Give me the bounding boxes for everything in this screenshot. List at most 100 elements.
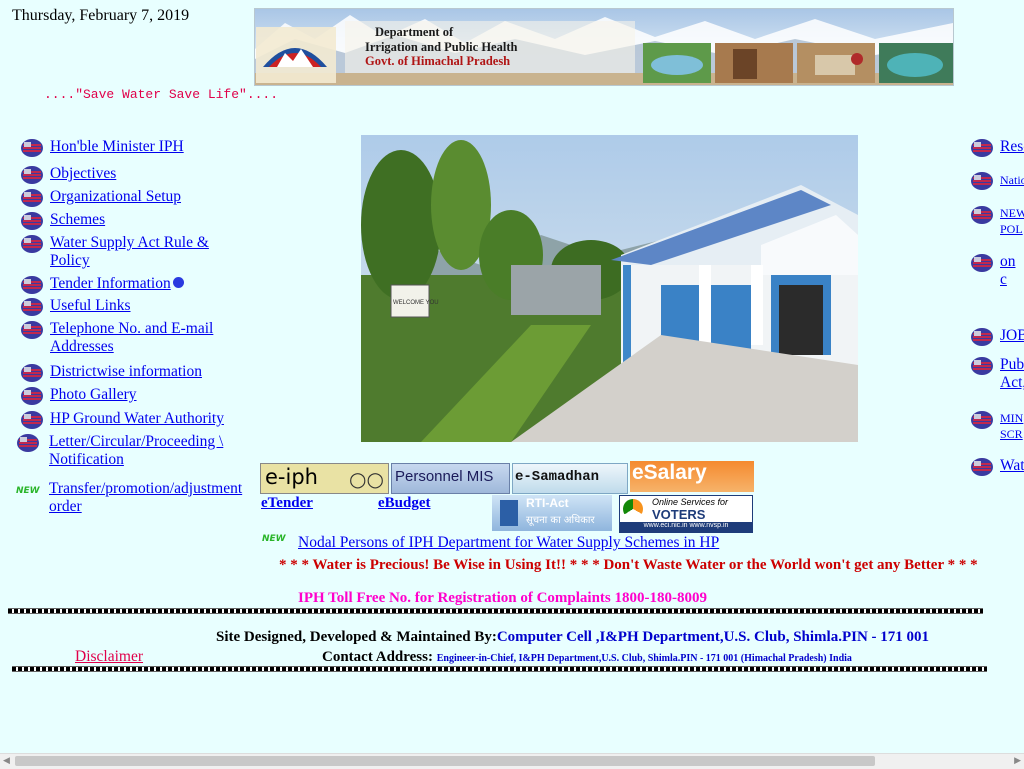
flag-icon [20, 275, 44, 295]
designed-by-value: Computer Cell ,I&PH Department,U.S. Club… [496, 629, 930, 645]
nav-item-useful-links[interactable]: Useful Links [20, 297, 260, 317]
flag-icon [970, 356, 994, 376]
scroll-right-icon[interactable]: ▶ [1014, 756, 1021, 766]
flag-icon [970, 327, 994, 347]
nav-item-organizational-setup[interactable]: Organizational Setup [20, 188, 260, 208]
rti-hindi-label: सूचना का अधिकार [526, 515, 595, 526]
nav-item-photo-gallery[interactable]: Photo Gallery [20, 386, 260, 406]
nav-label: Telephone No. and E-mail Addresses [50, 320, 214, 355]
nav-label: NEW POL [1000, 206, 1024, 236]
e-samadhan-button[interactable]: e-Samadhan [512, 463, 628, 494]
slogan: ...."Save Water Save Life".... [44, 87, 279, 102]
flag-icon [970, 253, 994, 273]
designed-by: Site Designed, Developed & Maintained By… [216, 629, 929, 646]
banner-line1: Department of [375, 25, 454, 39]
nav-label: Hon'ble Minister IPH [50, 138, 184, 155]
department-banner: Department of Irrigation and Public Heal… [254, 8, 954, 86]
nav-label: Photo Gallery [50, 386, 137, 403]
flag-icon [20, 410, 44, 430]
scroll-left-icon[interactable]: ◀ [3, 756, 10, 766]
banner-line3: Govt. of Himachal Pradesh [365, 54, 510, 68]
banner-line2: Irrigation and Public Health [365, 40, 517, 54]
nav-item-transfer-promotion[interactable]: NEW Transfer/promotion/adjustment order [16, 480, 256, 516]
contact-address: Contact Address: Engineer-in-Chief, I&PH… [322, 649, 852, 666]
flag-icon [20, 363, 44, 383]
nav-label: on c [1000, 253, 1016, 288]
divider [12, 666, 987, 672]
flag-icon [20, 188, 44, 208]
nav-item-objectives[interactable]: Objectives [20, 165, 260, 185]
flag-icon [20, 320, 44, 340]
rti-act-label: RTI-Act [526, 496, 569, 510]
voters-main-label: VOTERS [652, 507, 706, 522]
esalary-button[interactable]: eSalary [630, 461, 754, 492]
banner-graphic: Department of Irrigation and Public Heal… [255, 9, 953, 85]
flag-icon [20, 165, 44, 185]
nav-label: Water Supply Act Rule & Policy [50, 234, 209, 269]
nav-item-ground-water-authority[interactable]: HP Ground Water Authority [20, 410, 260, 430]
nav-label: Schemes [50, 211, 106, 228]
photo-sign-text: WELCOME YOU [393, 300, 439, 306]
flag-icon [20, 386, 44, 406]
right-nav-item[interactable]: Natio [970, 171, 1024, 191]
nav-label: Publ Act, [1000, 356, 1024, 391]
nav-label: Transfer/promotion/adjustment order [49, 480, 243, 515]
rti-act-button[interactable]: RTI-Act सूचना का अधिकार [492, 495, 612, 531]
nav-label: MIN SCR [1000, 411, 1024, 441]
toll-free-number: IPH Toll Free No. for Registration of Co… [298, 590, 708, 606]
right-nav-item[interactable]: Publ Act, [970, 356, 1024, 392]
flag-icon [970, 410, 994, 430]
nav-item-letter-circular[interactable]: Letter/Circular/Proceeding \ Notificatio… [16, 433, 230, 469]
nav-label: Organizational Setup [50, 188, 182, 205]
nav-label: HP Ground Water Authority [50, 410, 224, 427]
nav-label: Rese [1000, 138, 1024, 155]
personnel-mis-label: Personnel MIS [395, 468, 494, 485]
nav-item-telephone[interactable]: Telephone No. and E-mail Addresses [20, 320, 230, 356]
nav-item-districtwise[interactable]: Districtwise information [20, 363, 260, 383]
eiph-button[interactable]: e-iph ○○ [260, 463, 389, 494]
divider [8, 608, 983, 614]
flag-icon [20, 297, 44, 317]
contact-label: Contact Address: [322, 649, 433, 665]
right-nav-item[interactable]: NEW POL [970, 205, 1024, 237]
right-nav-item[interactable]: on c [970, 253, 1024, 289]
ebudget-link[interactable]: eBudget [378, 495, 431, 512]
etender-link[interactable]: eTender [261, 495, 313, 512]
nav-label: Districtwise information [50, 363, 202, 380]
flag-icon [970, 138, 994, 158]
nodal-persons-link[interactable]: Nodal Persons of IPH Department for Wate… [298, 534, 719, 552]
flag-icon [16, 433, 40, 453]
flag-icon [970, 205, 994, 225]
voters-emblem-icon [623, 499, 643, 519]
nav-label: Wat [1000, 457, 1024, 474]
right-nav-item[interactable]: Rese [970, 138, 1024, 158]
scrollbar-thumb[interactable] [15, 756, 875, 766]
nav-item-tender-information[interactable]: Tender Information [20, 275, 260, 295]
eiph-logo-icon: ○○ [349, 467, 384, 491]
eiph-label: e-iph [265, 465, 318, 489]
flag-icon [20, 234, 44, 254]
esalary-label: eSalary [632, 461, 707, 484]
right-nav-item[interactable]: JOB [970, 327, 1024, 347]
new-dot-icon [172, 277, 184, 288]
voters-url-label: www.eci.nic.in www.nvsp.in [620, 522, 752, 532]
water-ticker: * * * Water is Precious! Be Wise in Usin… [279, 557, 978, 573]
nav-label: Tender Information [50, 275, 171, 292]
right-nav-item[interactable]: Wat [970, 457, 1024, 477]
flag-icon [970, 171, 994, 191]
nav-item-minister[interactable]: Hon'ble Minister IPH [20, 138, 260, 158]
personnel-mis-button[interactable]: Personnel MIS [391, 463, 510, 494]
flag-icon [20, 138, 44, 158]
contact-value: Engineer-in-Chief, I&PH Department,U.S. … [436, 653, 852, 664]
flag-icon [970, 457, 994, 477]
nav-label: Letter/Circular/Proceeding \ Notificatio… [49, 433, 224, 468]
e-samadhan-label: e-Samadhan [515, 469, 600, 485]
current-date: Thursday, February 7, 2019 [12, 7, 190, 24]
right-nav-item[interactable]: MIN SCR [970, 410, 1024, 442]
disclaimer-link[interactable]: Disclaimer [75, 648, 143, 666]
new-badge-icon: NEW [16, 486, 40, 496]
nav-item-water-supply-act[interactable]: Water Supply Act Rule & Policy [20, 234, 230, 270]
nav-label: Objectives [50, 165, 117, 182]
nav-item-schemes[interactable]: Schemes [20, 211, 260, 231]
voters-services-button[interactable]: Online Services for VOTERS www.eci.nic.i… [619, 495, 753, 533]
